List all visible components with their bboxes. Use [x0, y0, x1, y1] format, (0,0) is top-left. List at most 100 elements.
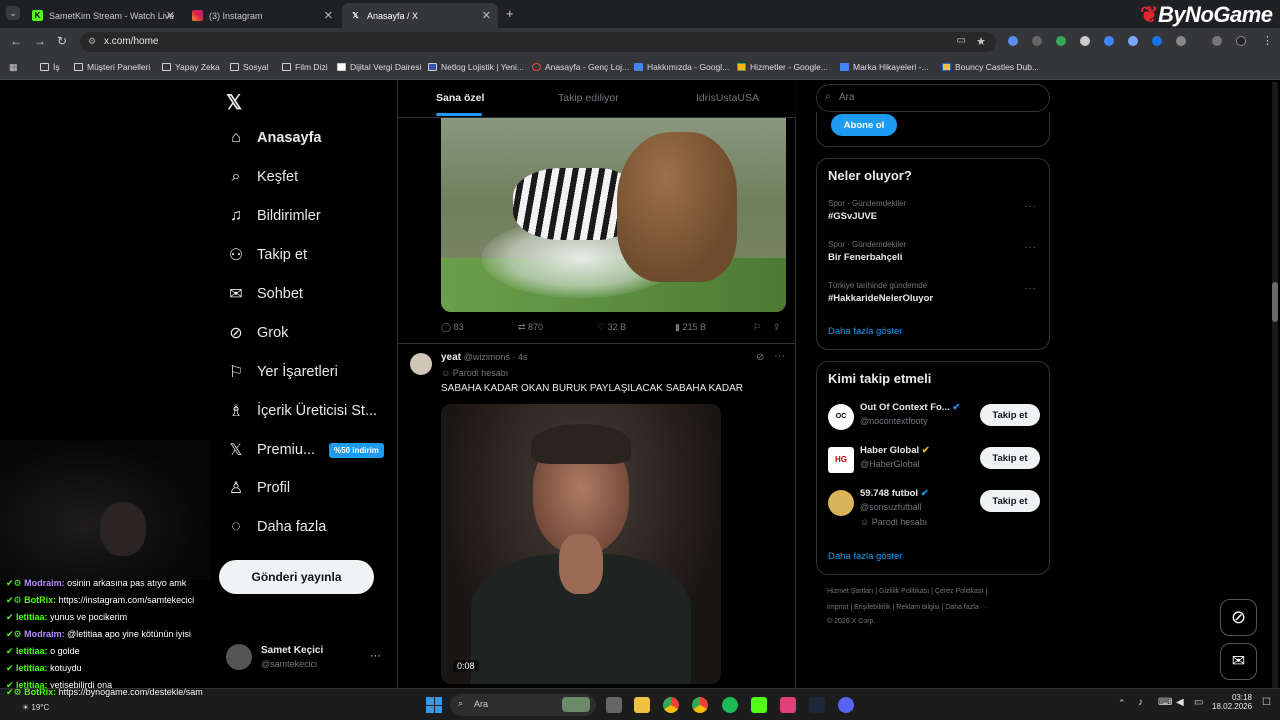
- shield-extension-icon[interactable]: [1056, 36, 1066, 46]
- browser-menu-icon[interactable]: ⋮: [1262, 34, 1273, 47]
- trend-more-icon[interactable]: ···: [1024, 242, 1037, 253]
- subscribe-button[interactable]: Abone ol: [831, 114, 897, 136]
- share-icon[interactable]: ⇪: [773, 322, 781, 333]
- bookmark-item[interactable]: Film Dizi: [282, 62, 328, 72]
- microphone-icon[interactable]: ♪: [1138, 697, 1143, 708]
- trends-show-more-link[interactable]: Daha fazla göster: [828, 326, 902, 337]
- tab-idrisustausa[interactable]: IdrisUstaUSA: [696, 92, 759, 104]
- new-tab-icon[interactable]: +: [506, 6, 514, 21]
- search-input[interactable]: ⌕ Ara: [816, 84, 1050, 112]
- bookmark-item[interactable]: Hizmetler - Google...: [737, 62, 828, 72]
- nav-explore[interactable]: ⌕ Keşfet: [226, 165, 299, 189]
- app-icon[interactable]: [751, 697, 767, 713]
- discord-icon[interactable]: [838, 697, 854, 713]
- bookmark-item[interactable]: Hakkımızda - Googl...: [634, 62, 729, 72]
- bookmark-item[interactable]: Bouncy Castles Dub...: [942, 62, 1039, 72]
- post-author-avatar[interactable]: [410, 353, 432, 375]
- nav-more[interactable]: ◌ Daha fazla: [226, 515, 326, 539]
- bookmark-post-icon[interactable]: ⚐: [753, 322, 761, 333]
- apps-grid-icon[interactable]: ▦: [9, 62, 18, 73]
- suggested-account[interactable]: OC Out Of Context Fo... ✔ @nocontextfoot…: [817, 400, 1049, 436]
- follow-button[interactable]: Takip et: [980, 490, 1040, 512]
- forward-icon[interactable]: →: [34, 34, 46, 48]
- trend-item[interactable]: Spor · Gündemdekiler Bir Fenerbahçeli ··…: [817, 238, 1049, 272]
- tab-instagram[interactable]: (3) Instagram ✕: [184, 3, 340, 28]
- address-bar[interactable]: ⚙ x.com/home ▭ ★: [80, 32, 996, 52]
- star-icon[interactable]: ★: [976, 35, 986, 48]
- extension-icon[interactable]: [1032, 36, 1042, 46]
- network-icon[interactable]: ⌨: [1158, 697, 1172, 708]
- follow-button[interactable]: Takip et: [980, 404, 1040, 426]
- post-video[interactable]: 0:08: [441, 404, 721, 684]
- tab-x[interactable]: 𝕏 Anasayfa / X ✕: [342, 3, 498, 28]
- camera-extension-icon[interactable]: [1080, 36, 1090, 46]
- weather-widget[interactable]: ☀ 19°C: [22, 703, 49, 712]
- task-view-icon[interactable]: [606, 697, 622, 713]
- nav-notifications[interactable]: ♫ Bildirimler: [226, 204, 321, 228]
- nav-home[interactable]: ⌂ Anasayfa: [226, 126, 321, 150]
- account-menu-icon[interactable]: ···: [370, 650, 381, 662]
- puzzle-icon[interactable]: [1176, 36, 1186, 46]
- messages-float-icon[interactable]: ✉: [1220, 643, 1257, 680]
- account-name[interactable]: Samet Keçici: [261, 645, 323, 656]
- tab-search-icon[interactable]: ⌄: [6, 6, 20, 20]
- tab-for-you[interactable]: Sana özel: [436, 92, 484, 104]
- taskbar-search[interactable]: ⌕ Ara: [450, 694, 596, 716]
- nav-chat[interactable]: ✉ Sohbet: [226, 282, 303, 306]
- clock[interactable]: 03:18 18.02.2026: [1212, 693, 1252, 711]
- x-logo-icon[interactable]: 𝕏: [226, 90, 242, 115]
- bookmark-item[interactable]: Yapay Zeka: [162, 62, 220, 72]
- battery-icon[interactable]: ▭: [1194, 697, 1203, 708]
- post-button[interactable]: Gönderi yayınla: [219, 560, 374, 594]
- chrome-active-icon[interactable]: [692, 697, 708, 713]
- back-icon[interactable]: ←: [10, 34, 22, 48]
- chrome-icon[interactable]: [663, 697, 679, 713]
- bookmark-item[interactable]: Anasayfa - Genç Loj...: [532, 62, 629, 72]
- suggested-account[interactable]: HG Haber Global ✔ @HaberGlobal Takip et: [817, 443, 1049, 479]
- views-action[interactable]: ▮ 215 B: [675, 322, 706, 333]
- tab-sametkim[interactable]: K SametKim Stream - Watch Live ✕: [24, 3, 182, 28]
- nav-profile[interactable]: ♙ Profil: [226, 476, 290, 500]
- extension-icon[interactable]: [1104, 36, 1114, 46]
- cast-icon[interactable]: ▭: [957, 35, 966, 46]
- volume-icon[interactable]: ◀: [1176, 697, 1184, 708]
- repost-action[interactable]: ⇄ 870: [518, 322, 543, 333]
- account-avatar[interactable]: [226, 644, 252, 670]
- reload-icon[interactable]: ↻: [57, 34, 67, 48]
- nav-grok[interactable]: ⊘ Grok: [226, 321, 288, 345]
- bookmark-item[interactable]: Dijital Vergi Dairesi: [337, 62, 421, 72]
- bookmark-item[interactable]: Müşteri Panelleri: [74, 62, 150, 72]
- location-app-icon[interactable]: [780, 697, 796, 713]
- follow-button[interactable]: Takip et: [980, 447, 1040, 469]
- tab-following[interactable]: Takip ediliyor: [558, 92, 619, 104]
- steam-icon[interactable]: [809, 697, 825, 713]
- like-action[interactable]: ♡ 32 B: [597, 322, 626, 333]
- media-icon[interactable]: [1212, 36, 1222, 46]
- scrollbar-thumb[interactable]: [1272, 282, 1278, 322]
- trend-item[interactable]: Türkiye tarihinde gündemde #HakkarideNel…: [817, 279, 1049, 313]
- who-show-more-link[interactable]: Daha fazla göster: [828, 551, 902, 562]
- bookmark-item[interactable]: İş: [40, 62, 60, 72]
- footer-links[interactable]: İmprint | Erişilebilirlik | Reklam bilgi…: [827, 604, 988, 611]
- trend-item[interactable]: Spor · Gündemdekiler #GSvJUVE ···: [817, 197, 1049, 231]
- grok-float-icon[interactable]: ⊘: [1220, 599, 1257, 636]
- footer-links[interactable]: Hizmet Şartları | Gizlilik Politikası | …: [827, 588, 987, 595]
- profile-avatar[interactable]: [1236, 36, 1246, 46]
- download-icon[interactable]: [1152, 36, 1162, 46]
- file-explorer-icon[interactable]: [634, 697, 650, 713]
- close-tab-icon[interactable]: ✕: [166, 9, 175, 22]
- notifications-icon[interactable]: ☐: [1262, 697, 1271, 708]
- tray-chevron-icon[interactable]: ⌃: [1118, 698, 1126, 709]
- reply-action[interactable]: ◯ 83: [441, 322, 464, 333]
- post-author[interactable]: yeat @wizimons · 4s: [441, 352, 527, 363]
- spotify-icon[interactable]: [722, 697, 738, 713]
- post-image-zebra-lion[interactable]: [441, 118, 786, 312]
- trend-more-icon[interactable]: ···: [1024, 201, 1037, 212]
- grok-post-icon[interactable]: ⊘: [756, 352, 764, 363]
- windows-start-icon[interactable]: [426, 697, 442, 713]
- suggested-account[interactable]: 59.748 futbol ✔ @sonsuzfutball ☺ Parodi …: [817, 486, 1049, 532]
- scrollbar[interactable]: [1272, 82, 1278, 688]
- extension-icon[interactable]: [1008, 36, 1018, 46]
- bookmark-item[interactable]: Netlog Lojistik | Yeni...: [428, 62, 524, 72]
- bookmark-item[interactable]: Sosyal: [230, 62, 269, 72]
